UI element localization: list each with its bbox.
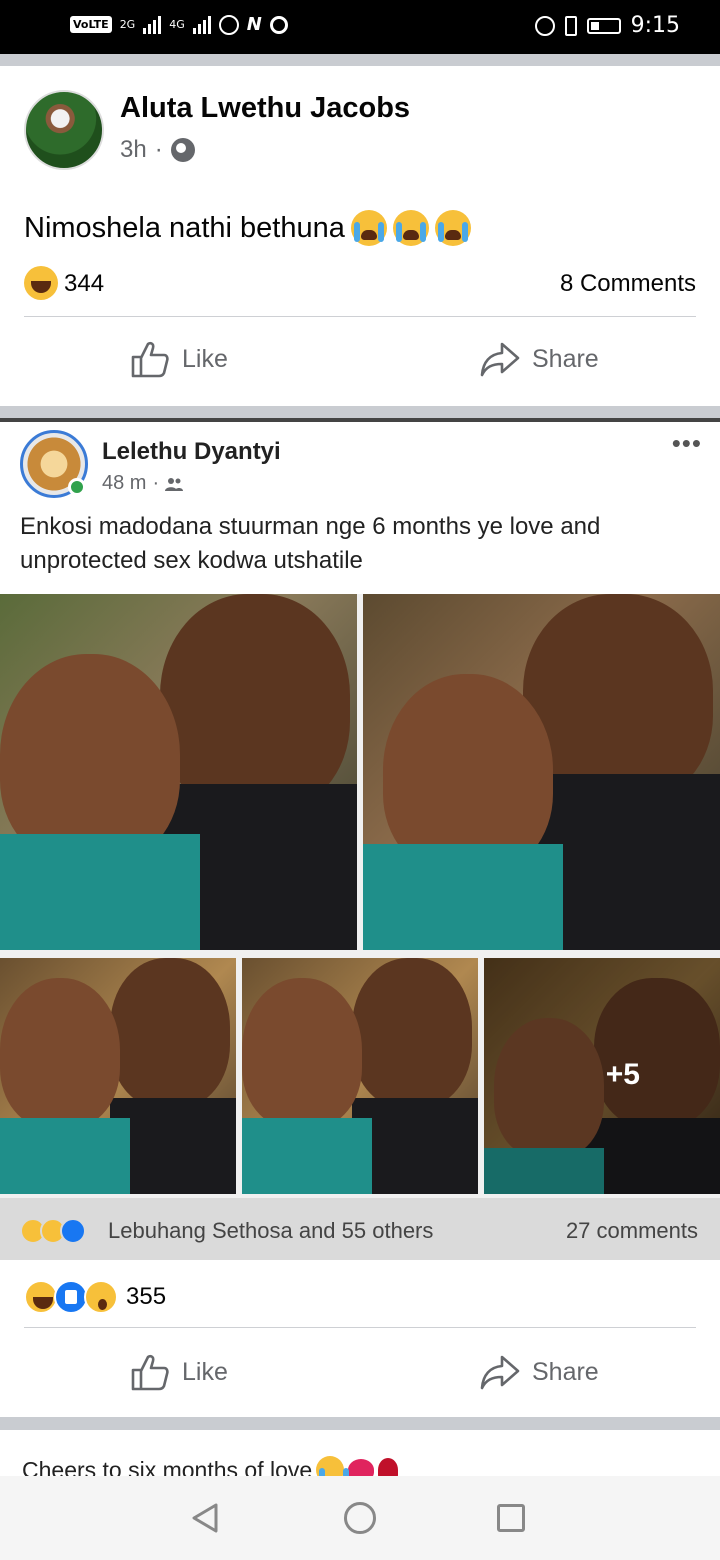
shared-author: Lelethu Dyantyi xyxy=(102,438,281,465)
alarm-icon xyxy=(534,15,555,36)
whatsapp-icon xyxy=(218,14,239,35)
feed-gap xyxy=(0,1417,720,1430)
avatar[interactable] xyxy=(24,90,104,170)
shared-reacted-by: Lebuhang Sethosa and 55 others xyxy=(108,1218,434,1243)
vibrate-icon xyxy=(564,15,577,36)
photo xyxy=(363,594,720,950)
share-label: Share xyxy=(532,344,599,373)
like-label: Like xyxy=(182,344,228,373)
post-time[interactable]: 3h xyxy=(120,136,147,164)
like-button[interactable]: Like xyxy=(130,1353,228,1391)
photo-more: +5 xyxy=(484,958,720,1194)
shared-time: 48 m xyxy=(102,472,147,494)
divider xyxy=(24,316,696,317)
more-options-icon: ••• xyxy=(671,428,702,458)
post-actions-card: 355 Like Share xyxy=(0,1265,720,1417)
comments-count[interactable]: 8 Comments xyxy=(560,270,696,298)
share-arrow-icon xyxy=(480,342,520,377)
battery-icon xyxy=(586,17,621,34)
photo xyxy=(242,958,478,1194)
separator-dot: · xyxy=(154,136,163,163)
shared-reaction-icons xyxy=(20,1218,86,1244)
signal-icon xyxy=(143,15,162,34)
crying-emoji-icon xyxy=(434,210,471,246)
post-text: Nimoshela nathi bethuna xyxy=(24,210,471,246)
wow-reaction-icon xyxy=(84,1280,118,1314)
globe-icon xyxy=(170,138,195,162)
post-author[interactable]: Aluta Lwethu Jacobs xyxy=(120,92,410,125)
share-label: Share xyxy=(532,1357,599,1386)
divider xyxy=(24,1327,696,1328)
shared-reaction-bar: Lebuhang Sethosa and 55 others 27 commen… xyxy=(0,1198,720,1260)
friends-icon xyxy=(165,477,184,491)
like-label: Like xyxy=(182,1357,228,1386)
share-button[interactable]: Share xyxy=(480,1353,599,1391)
reaction-summary[interactable]: 344 8 Comments xyxy=(24,266,696,306)
volte-badge: VoLTE xyxy=(70,16,112,33)
thumbs-up-icon xyxy=(131,341,169,378)
post-meta: 3h · xyxy=(120,136,195,164)
separator-dot: · xyxy=(152,472,160,494)
shared-text: Enkosi madodana stuurman nge 6 months ye… xyxy=(20,513,601,574)
haha-reaction-icon xyxy=(24,1280,58,1314)
feed-gap xyxy=(0,406,720,418)
clock: 9:15 xyxy=(630,13,680,38)
recent-apps-icon[interactable] xyxy=(497,1504,525,1532)
photo xyxy=(0,958,236,1194)
online-indicator xyxy=(68,478,86,496)
back-icon[interactable] xyxy=(190,1502,222,1534)
thumbs-up-icon xyxy=(131,1354,169,1391)
photo xyxy=(0,594,357,950)
sim2-network: 4G xyxy=(169,18,185,31)
post-card: Aluta Lwethu Jacobs 3h · Nimoshela nathi… xyxy=(0,66,720,406)
shared-meta: 48 m · xyxy=(102,472,184,495)
signal-icon xyxy=(192,15,211,34)
like-button[interactable]: Like xyxy=(130,340,228,378)
navigation-bar xyxy=(0,1476,720,1560)
more-photos-count: +5 xyxy=(605,1058,640,1091)
crying-emoji-icon xyxy=(392,210,429,246)
reaction-count[interactable]: 355 xyxy=(126,1283,166,1311)
haha-reaction-icon xyxy=(24,266,58,300)
status-bar: VoLTE 2G 4G N 9:15 xyxy=(0,0,720,54)
shared-screenshot[interactable]: Lelethu Dyantyi 48 m · ••• Enkosi madoda… xyxy=(0,418,720,1265)
share-button[interactable]: Share xyxy=(480,340,599,378)
sim1-network: 2G xyxy=(119,18,136,31)
photo-grid: +5 xyxy=(0,594,720,1198)
n-app-icon: N xyxy=(246,14,262,35)
reaction-count[interactable]: 344 xyxy=(64,270,104,298)
feed-gap xyxy=(0,54,720,66)
crying-emoji-icon xyxy=(350,210,387,246)
circle-app-icon xyxy=(269,15,288,34)
shared-comments-count: 27 comments xyxy=(565,1218,698,1243)
post-text-content: Nimoshela nathi bethuna xyxy=(24,211,345,244)
share-arrow-icon xyxy=(480,1355,520,1390)
home-icon[interactable] xyxy=(344,1502,376,1534)
reaction-summary[interactable]: 355 xyxy=(24,1279,166,1315)
like-reaction-icon xyxy=(60,1218,86,1244)
like-reaction-icon xyxy=(54,1280,88,1314)
